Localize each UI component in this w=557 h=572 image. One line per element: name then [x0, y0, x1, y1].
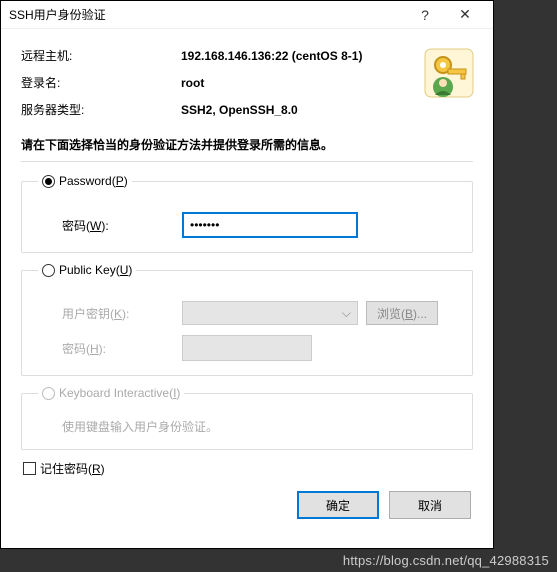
server-type-row: 服务器类型: SSH2, OpenSSH_8.0	[21, 101, 473, 118]
remote-host-value: 192.168.146.136:22 (centOS 8-1)	[181, 49, 362, 63]
userkey-row: 用户密钥(K): ⌵ 浏览(B)...	[38, 301, 456, 325]
watermark-text: https://blog.csdn.net/qq_42988315	[343, 553, 549, 568]
close-icon: ✕	[459, 6, 471, 23]
ssh-key-icon	[423, 47, 475, 99]
close-button[interactable]: ✕	[445, 1, 485, 29]
divider	[21, 161, 473, 162]
chevron-down-icon: ⌵	[342, 306, 351, 321]
remember-label: 记住密码(R)	[40, 460, 105, 477]
help-icon: ?	[421, 7, 429, 23]
instruction-text: 请在下面选择恰当的身份验证方法并提供登录所需的信息。	[21, 136, 473, 153]
userkey-combo: ⌵	[182, 301, 358, 325]
password-radio-legend[interactable]: Password(P)	[38, 174, 132, 188]
keyboard-hint: 使用键盘输入用户身份验证。	[38, 418, 456, 435]
remote-host-row: 远程主机: 192.168.146.136:22 (centOS 8-1)	[21, 47, 473, 64]
titlebar: SSH用户身份验证 ? ✕	[1, 1, 493, 29]
passphrase-row: 密码(H):	[38, 335, 456, 361]
passphrase-label: 密码(H):	[38, 340, 182, 357]
ssh-auth-dialog: SSH用户身份验证 ? ✕ 远程主机: 192.168.146.136:22 (…	[0, 0, 494, 549]
browse-button: 浏览(B)...	[366, 301, 438, 325]
login-row: 登录名: root	[21, 74, 473, 91]
publickey-group: Public Key(U) 用户密钥(K): ⌵ 浏览(B)... 密码(H):	[21, 263, 473, 376]
userkey-label: 用户密钥(K):	[38, 305, 182, 322]
server-type-label: 服务器类型:	[21, 101, 181, 118]
keyboard-radio-legend: Keyboard Interactive(I)	[38, 386, 184, 400]
button-row: 确定 取消	[21, 491, 473, 519]
remote-host-label: 远程主机:	[21, 47, 181, 64]
keyboard-interactive-group: Keyboard Interactive(I) 使用键盘输入用户身份验证。	[21, 386, 473, 450]
password-field-row: 密码(W):	[38, 212, 456, 238]
login-value: root	[181, 76, 204, 90]
login-label: 登录名:	[21, 74, 181, 91]
publickey-radio[interactable]	[42, 264, 55, 277]
password-label: 密码(W):	[38, 217, 182, 234]
passphrase-input	[182, 335, 312, 361]
password-radio[interactable]	[42, 175, 55, 188]
cancel-button[interactable]: 取消	[389, 491, 471, 519]
remember-password-row[interactable]: 记住密码(R)	[23, 460, 471, 477]
keyboard-radio	[42, 387, 55, 400]
password-legend-text: Password(P)	[59, 174, 128, 188]
publickey-radio-legend[interactable]: Public Key(U)	[38, 263, 136, 277]
dialog-content: 远程主机: 192.168.146.136:22 (centOS 8-1) 登录…	[1, 29, 493, 527]
ok-button[interactable]: 确定	[297, 491, 379, 519]
help-button[interactable]: ?	[405, 1, 445, 29]
dialog-title: SSH用户身份验证	[9, 6, 405, 23]
publickey-legend-text: Public Key(U)	[59, 263, 132, 277]
password-group: Password(P) 密码(W):	[21, 174, 473, 253]
password-input[interactable]	[182, 212, 358, 238]
keyboard-legend-text: Keyboard Interactive(I)	[59, 386, 180, 400]
remember-checkbox[interactable]	[23, 462, 36, 475]
server-type-value: SSH2, OpenSSH_8.0	[181, 103, 298, 117]
